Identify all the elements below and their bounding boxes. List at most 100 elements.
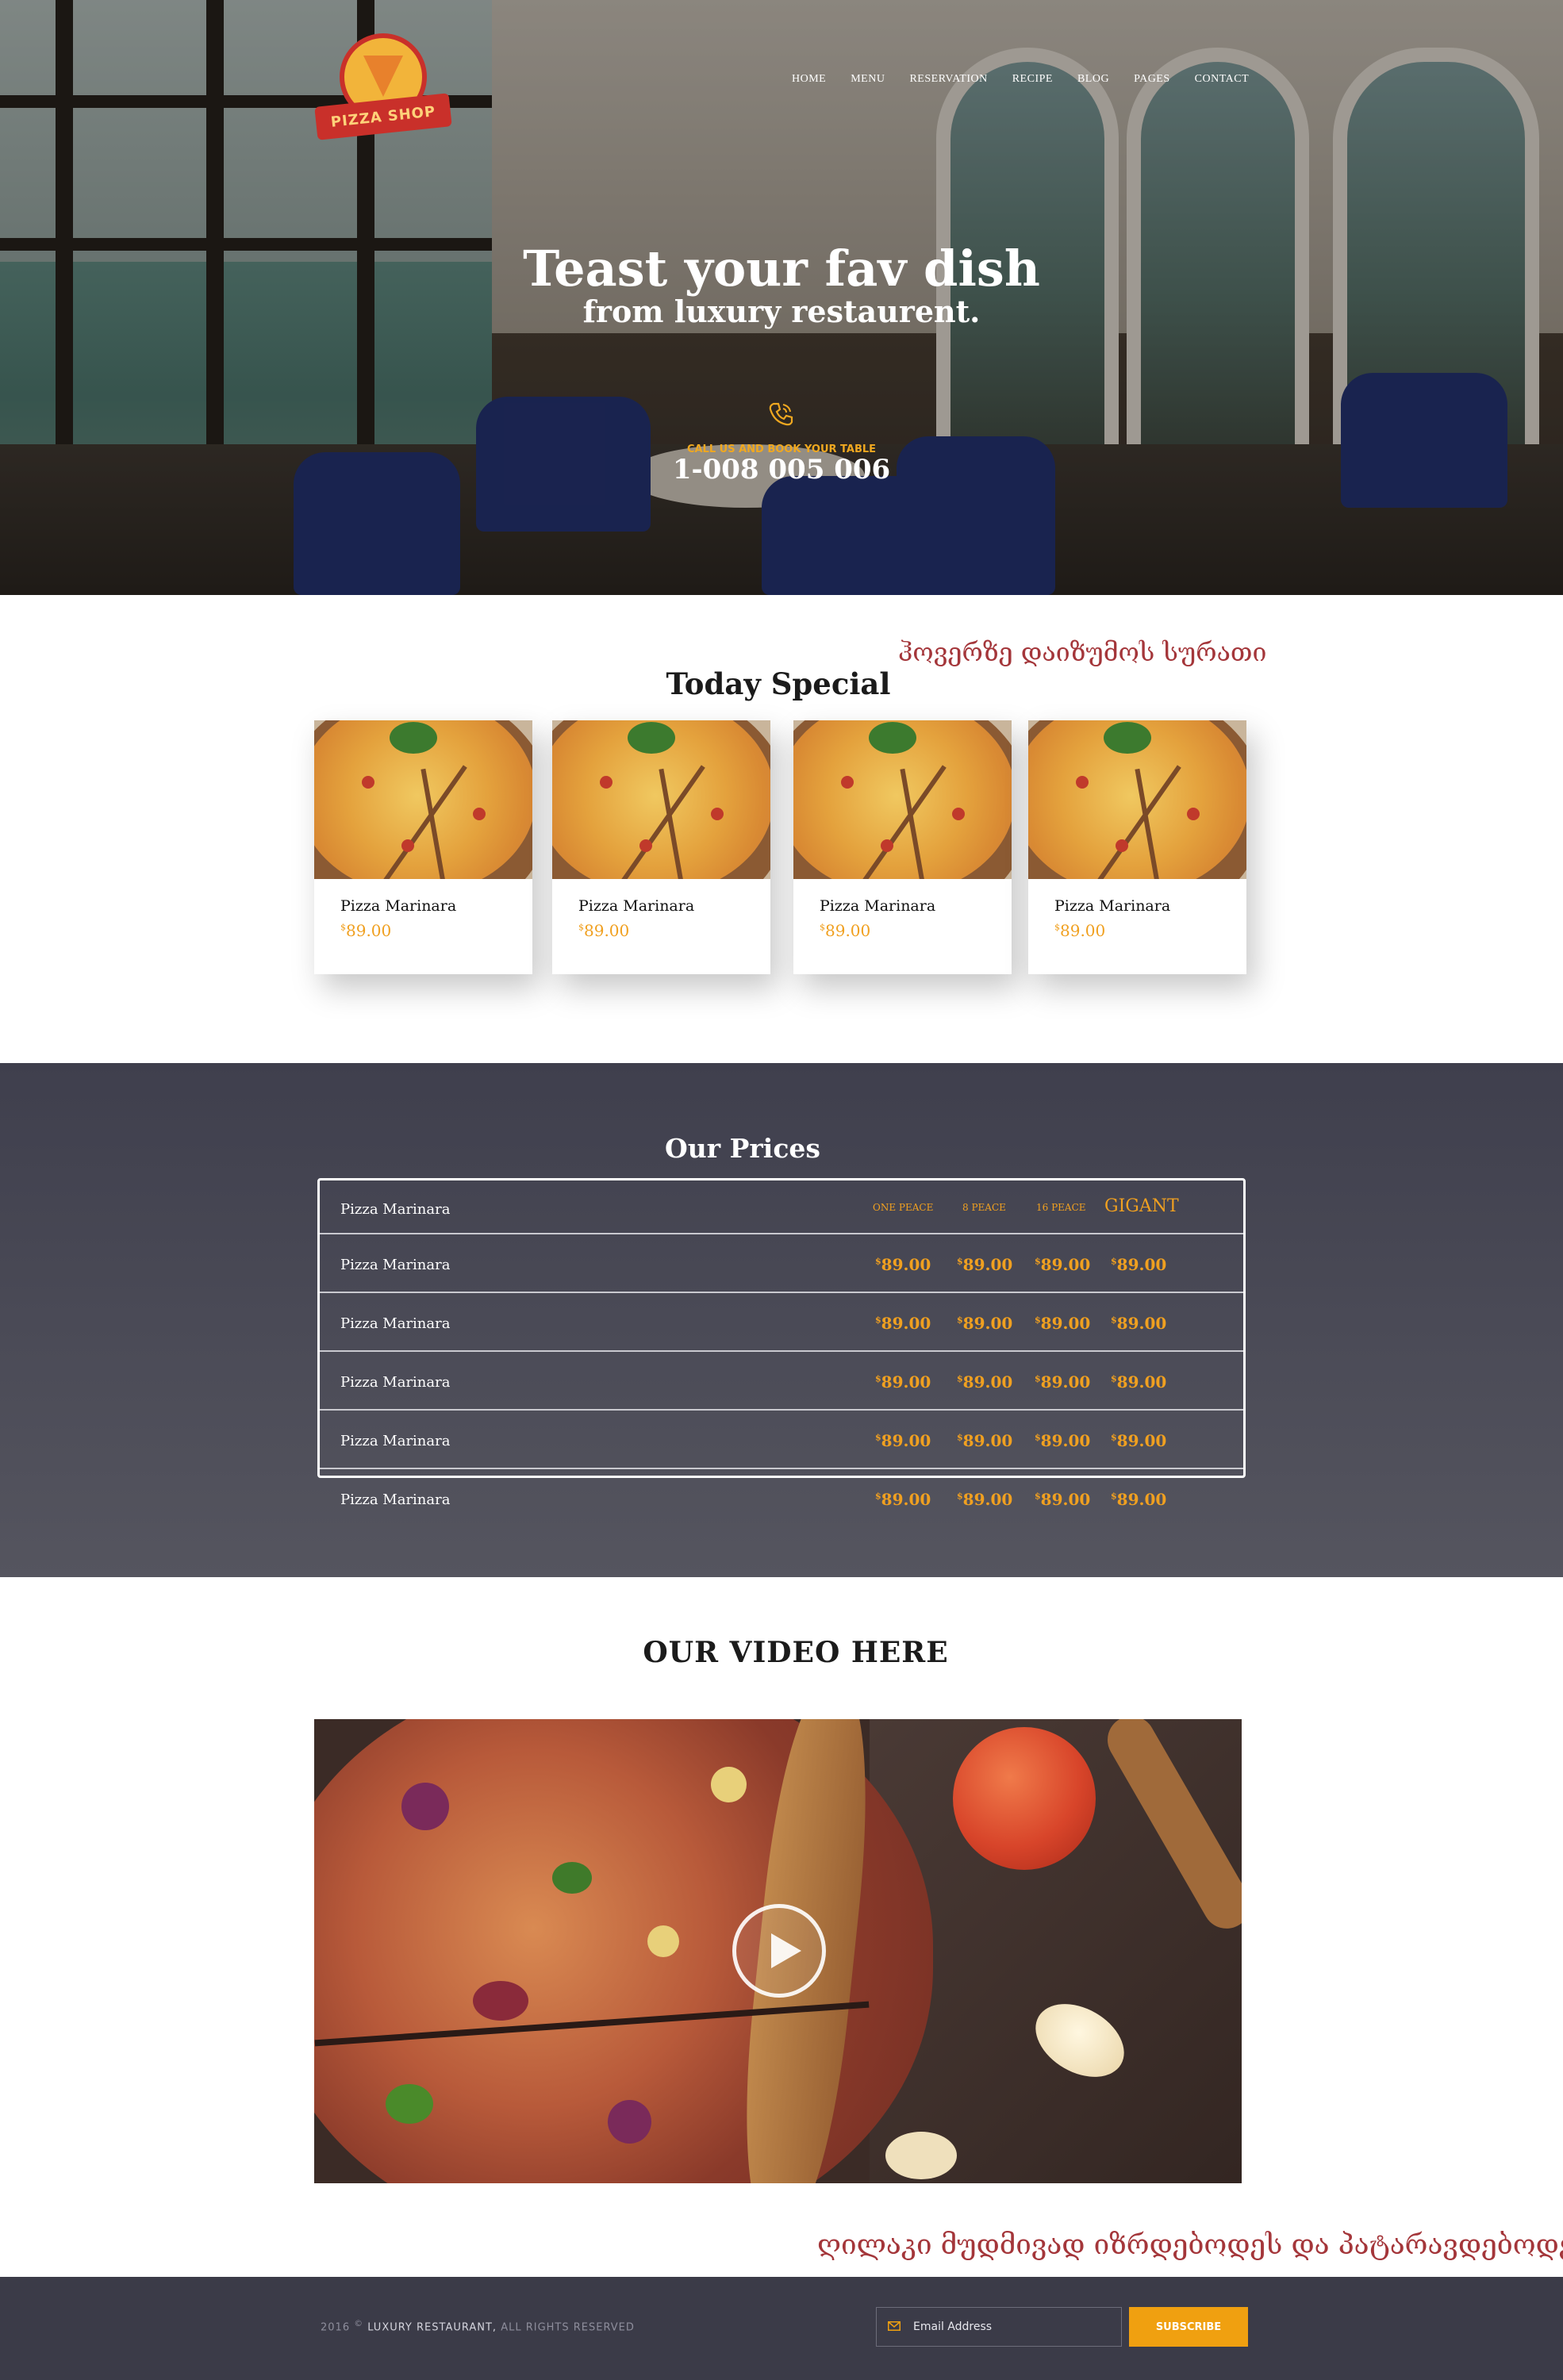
special-card[interactable]: Pizza Marinara $89.00	[552, 720, 770, 974]
nav-contact[interactable]: CONTACT	[1195, 73, 1250, 86]
price-cell: $89.00	[1035, 1255, 1090, 1274]
currency-symbol: $	[1035, 1373, 1041, 1384]
currency-symbol: $	[1111, 1432, 1117, 1443]
price-value: 89.00	[962, 1372, 1013, 1392]
col-16-peace: 16 PEACE	[1036, 1202, 1086, 1213]
currency-symbol: $	[957, 1256, 963, 1267]
nav-reservation[interactable]: RESERVATION	[909, 73, 987, 86]
hero-title: Teast your fav dish	[523, 240, 1040, 298]
col-one-peace: ONE PEACE	[873, 1202, 934, 1213]
price-cell: $89.00	[1111, 1431, 1166, 1450]
play-icon	[771, 1933, 801, 1968]
today-special-title: Today Special	[666, 666, 891, 701]
currency-symbol: $	[820, 922, 825, 933]
currency-symbol: $	[1035, 1491, 1041, 1502]
special-item-price: $89.00	[1054, 921, 1105, 940]
nav-menu[interactable]: MENU	[851, 73, 885, 86]
col-8-peace: 8 PEACE	[962, 1202, 1006, 1213]
currency-symbol: $	[875, 1373, 881, 1384]
price-value: 89.00	[1116, 1314, 1167, 1333]
special-item-price: $89.00	[820, 921, 870, 940]
price-cell: $89.00	[1035, 1431, 1090, 1450]
price-value: 89.00	[1040, 1490, 1091, 1509]
special-card[interactable]: Pizza Marinara $89.00	[1028, 720, 1246, 974]
price-value: 89.00	[1116, 1372, 1167, 1392]
special-card[interactable]: Pizza Marinara $89.00	[793, 720, 1012, 974]
video-player[interactable]	[314, 1719, 1242, 2183]
price-cell: $89.00	[957, 1372, 1012, 1392]
nav-recipe[interactable]: RECIPE	[1012, 73, 1053, 86]
price-cell: $89.00	[1111, 1372, 1166, 1392]
price-value: 89.00	[881, 1314, 931, 1333]
price-value: 89.00	[1040, 1372, 1091, 1392]
tomato-image	[953, 1727, 1096, 1870]
pizza-image	[1028, 720, 1246, 879]
logo-text: PIZZA SHOP	[329, 102, 437, 131]
price-cell: $89.00	[1111, 1490, 1166, 1509]
special-item-name: Pizza Marinara	[1054, 897, 1171, 915]
currency-symbol: $	[1035, 1432, 1041, 1443]
price-cell: $89.00	[875, 1255, 931, 1274]
price-value: 89.00	[584, 921, 630, 940]
currency-symbol: $	[1111, 1491, 1117, 1502]
subscribe-button[interactable]: SUBSCRIBE	[1129, 2307, 1248, 2347]
price-cell: $89.00	[957, 1490, 1012, 1509]
currency-symbol: $	[340, 922, 346, 933]
video-title: OUR VIDEO HERE	[643, 1636, 949, 1669]
currency-symbol: $	[957, 1315, 963, 1326]
phone-icon	[769, 402, 793, 426]
copyright-symbol: ©	[354, 2318, 364, 2328]
hero-subtitle: from luxury restaurent.	[582, 294, 981, 329]
price-cell: $89.00	[875, 1490, 931, 1509]
special-item-name: Pizza Marinara	[820, 897, 936, 915]
currency-symbol: $	[875, 1256, 881, 1267]
price-cell: $89.00	[957, 1314, 1012, 1333]
price-value: 89.00	[1060, 921, 1106, 940]
phone-number[interactable]: 1-008 005 006	[0, 454, 1563, 486]
price-cell: $89.00	[1035, 1314, 1090, 1333]
special-item-name: Pizza Marinara	[578, 897, 695, 915]
pizza-shop-logo[interactable]: PIZZA SHOP	[314, 33, 452, 152]
price-value: 89.00	[346, 921, 392, 940]
hero-section: PIZZA SHOP HOME MENU RESERVATION RECIPE …	[0, 0, 1563, 595]
price-row: Pizza Marinara $89.00 $89.00 $89.00 $89.00	[320, 1411, 1243, 1469]
price-value: 89.00	[881, 1490, 931, 1509]
price-row: Pizza Marinara $89.00 $89.00 $89.00 $89.00	[320, 1352, 1243, 1411]
price-cell: $89.00	[957, 1431, 1012, 1450]
footer: 2016 © LUXURY RESTAURANT, ALL RIGHTS RES…	[0, 2277, 1563, 2380]
price-table: Pizza Marinara ONE PEACE 8 PEACE 16 PEAC…	[317, 1178, 1246, 1509]
nav-home[interactable]: HOME	[792, 73, 826, 86]
pizza-image	[314, 720, 532, 879]
price-row-name: Pizza Marinara	[340, 1315, 451, 1332]
pizza-image	[793, 720, 1012, 879]
copyright-text: 2016 © LUXURY RESTAURANT, ALL RIGHTS RES…	[321, 2318, 635, 2333]
mail-icon	[888, 2321, 901, 2331]
currency-symbol: $	[1035, 1256, 1041, 1267]
special-item-price: $89.00	[340, 921, 391, 940]
currency-symbol: $	[957, 1491, 963, 1502]
email-input[interactable]	[913, 2308, 1112, 2346]
pizza-slice-icon	[363, 56, 403, 97]
special-item-price: $89.00	[578, 921, 629, 940]
price-table-header: Pizza Marinara ONE PEACE 8 PEACE 16 PEAC…	[320, 1180, 1243, 1234]
price-value: 89.00	[962, 1490, 1013, 1509]
price-row-name: Pizza Marinara	[340, 1257, 451, 1273]
price-value: 89.00	[1116, 1255, 1167, 1274]
price-cell: $89.00	[875, 1314, 931, 1333]
price-value: 89.00	[962, 1431, 1013, 1450]
price-cell: $89.00	[957, 1255, 1012, 1274]
currency-symbol: $	[875, 1315, 881, 1326]
currency-symbol: $	[1111, 1373, 1117, 1384]
nav-pages[interactable]: PAGES	[1134, 73, 1170, 86]
special-card[interactable]: Pizza Marinara $89.00	[314, 720, 532, 974]
price-row-name: Pizza Marinara	[340, 1374, 451, 1391]
copyright-rights: ALL RIGHTS RESERVED	[501, 2321, 635, 2334]
nav-blog[interactable]: BLOG	[1077, 73, 1109, 86]
price-row: Pizza Marinara $89.00 $89.00 $89.00 $89.00	[320, 1469, 1243, 1524]
price-value: 89.00	[1040, 1255, 1091, 1274]
play-button[interactable]	[732, 1904, 826, 1998]
price-value: 89.00	[1116, 1431, 1167, 1450]
currency-symbol: $	[957, 1432, 963, 1443]
currency-symbol: $	[1111, 1315, 1117, 1326]
copyright-year: 2016	[321, 2321, 351, 2334]
